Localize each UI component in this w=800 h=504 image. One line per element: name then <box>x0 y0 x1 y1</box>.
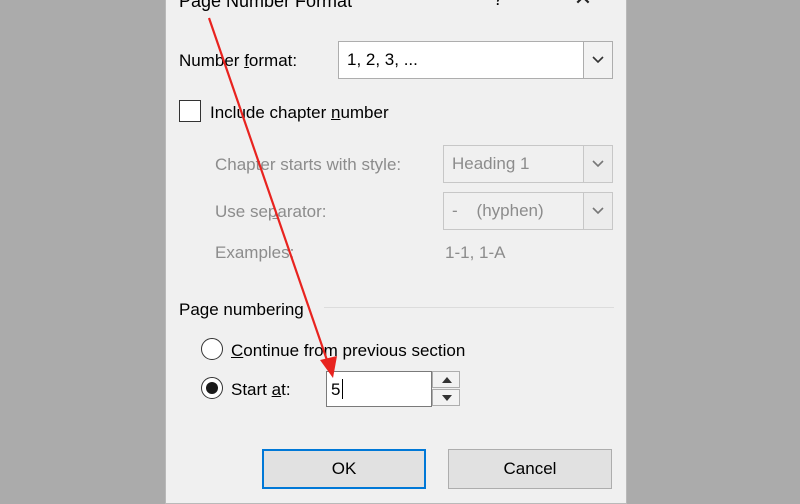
spin-up-button[interactable] <box>432 371 460 388</box>
close-button[interactable]: ✕ <box>566 0 600 13</box>
cancel-button[interactable]: Cancel <box>448 449 612 489</box>
continue-radio[interactable] <box>201 338 223 360</box>
start-at-label[interactable]: Start at: <box>231 380 291 400</box>
chapter-style-dropdown-button[interactable] <box>583 146 612 182</box>
examples-value: 1-1, 1-A <box>445 243 506 262</box>
separator-value: - (hyphen) <box>452 201 544 220</box>
chapter-style-value: Heading 1 <box>452 154 530 173</box>
separator-select[interactable]: - (hyphen) <box>443 192 613 230</box>
chevron-down-icon <box>592 56 604 64</box>
include-chapter-checkbox[interactable] <box>179 100 201 122</box>
continue-label[interactable]: Continue from previous section <box>231 341 465 361</box>
separator-dropdown-button[interactable] <box>583 193 612 229</box>
chapter-style-label: Chapter starts with style: <box>215 155 402 174</box>
examples-label: Examples: <box>215 243 295 262</box>
page-numbering-heading: Page numbering <box>179 300 304 319</box>
radio-dot <box>206 382 218 394</box>
include-chapter-label[interactable]: Include chapter number <box>210 103 389 123</box>
start-at-radio[interactable] <box>201 377 223 399</box>
chapter-style-select[interactable]: Heading 1 <box>443 145 613 183</box>
number-format-value: 1, 2, 3, ... <box>347 50 418 69</box>
number-format-label: Number format: <box>179 51 298 70</box>
number-format-select[interactable]: 1, 2, 3, ... <box>338 41 613 79</box>
page-number-format-dialog: Page Number Format ? ✕ Number format: 1,… <box>165 0 627 504</box>
arrow-up-icon <box>442 377 452 383</box>
chevron-down-icon <box>592 160 604 168</box>
help-button[interactable]: ? <box>488 0 508 11</box>
start-at-spinner <box>432 371 460 407</box>
number-format-dropdown-button[interactable] <box>583 42 612 78</box>
dialog-title: Page Number Format <box>179 0 353 11</box>
ok-button[interactable]: OK <box>262 449 426 489</box>
arrow-down-icon <box>442 395 452 401</box>
title-bar: Page Number Format ? ✕ <box>166 0 626 15</box>
text-caret <box>342 379 343 399</box>
spin-down-button[interactable] <box>432 389 460 406</box>
start-at-input[interactable]: 5 <box>326 371 432 407</box>
chevron-down-icon <box>592 207 604 215</box>
separator-label: Use separator: <box>215 202 327 221</box>
group-divider <box>324 307 614 308</box>
start-at-value: 5 <box>331 380 341 399</box>
